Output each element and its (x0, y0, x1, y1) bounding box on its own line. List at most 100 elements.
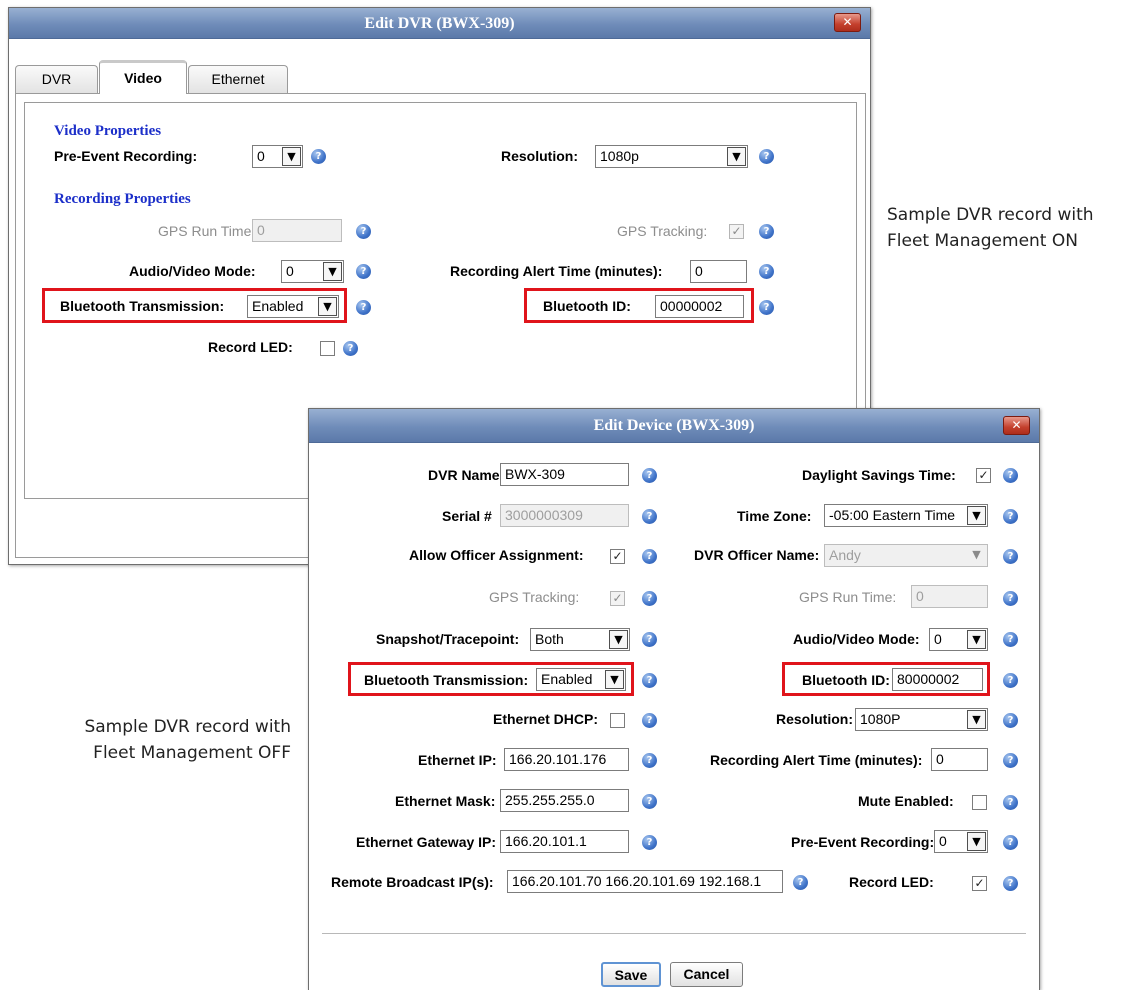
help-icon[interactable]: ? (759, 224, 774, 239)
help-icon[interactable]: ? (356, 224, 371, 239)
dvr-officer-name-label: DVR Officer Name: (694, 547, 820, 563)
bluetooth-transmission-select[interactable]: Enabled ▼ (536, 668, 626, 691)
resolution-select[interactable]: 1080P ▼ (855, 708, 988, 731)
help-icon[interactable]: ? (1003, 673, 1018, 688)
chevron-down-icon: ▼ (727, 147, 746, 166)
help-icon[interactable]: ? (356, 264, 371, 279)
record-led-checkbox[interactable] (320, 341, 335, 356)
gps-run-time-input[interactable]: 0 (252, 219, 342, 242)
help-icon[interactable]: ? (1003, 795, 1018, 810)
caption-line: Fleet Management OFF (93, 743, 291, 763)
chevron-down-icon: ▼ (609, 630, 628, 649)
bluetooth-id-input[interactable]: 00000002 (655, 295, 744, 318)
select-value: 0 (934, 631, 942, 647)
help-icon[interactable]: ? (343, 341, 358, 356)
record-led-checkbox[interactable]: ✓ (972, 876, 987, 891)
recording-alert-time-input[interactable]: 0 (690, 260, 747, 283)
dvr-name-input[interactable]: BWX-309 (500, 463, 629, 486)
help-icon[interactable]: ? (642, 753, 657, 768)
chevron-down-icon: ▼ (282, 147, 301, 166)
time-zone-select[interactable]: -05:00 Eastern Time ▼ (824, 504, 988, 527)
ethernet-dhcp-checkbox[interactable] (610, 713, 625, 728)
help-icon[interactable]: ? (1003, 468, 1018, 483)
audio-video-mode-select[interactable]: 0 ▼ (281, 260, 344, 283)
help-icon[interactable]: ? (759, 264, 774, 279)
help-icon[interactable]: ? (1003, 549, 1018, 564)
select-value: -05:00 Eastern Time (829, 507, 956, 523)
gps-tracking-checkbox[interactable]: ✓ (729, 224, 744, 239)
bluetooth-id-input[interactable]: 80000002 (892, 668, 983, 691)
pre-event-recording-label: Pre-Event Recording: (791, 834, 935, 850)
chevron-down-icon: ▼ (318, 297, 337, 316)
dialog-titlebar: Edit Device (BWX-309) ✕ (309, 409, 1039, 443)
time-zone-label: Time Zone: (737, 508, 812, 524)
help-icon[interactable]: ? (1003, 876, 1018, 891)
help-icon[interactable]: ? (356, 300, 371, 315)
allow-officer-assignment-checkbox[interactable]: ✓ (610, 549, 625, 564)
help-icon[interactable]: ? (642, 835, 657, 850)
tab-dvr[interactable]: DVR (15, 65, 98, 93)
help-icon[interactable]: ? (793, 875, 808, 890)
remote-broadcast-ips-label: Remote Broadcast IP(s): (331, 874, 494, 890)
close-icon[interactable]: ✕ (1003, 416, 1030, 435)
help-icon[interactable]: ? (642, 632, 657, 647)
bluetooth-transmission-label: Bluetooth Transmission: (60, 298, 225, 314)
gps-run-time-input[interactable]: 0 (911, 585, 988, 608)
ethernet-gateway-ip-label: Ethernet Gateway IP: (356, 834, 497, 850)
dialog-titlebar: Edit DVR (BWX-309) ✕ (9, 8, 870, 39)
tab-ethernet[interactable]: Ethernet (188, 65, 288, 93)
help-icon[interactable]: ? (1003, 713, 1018, 728)
resolution-label: Resolution: (776, 711, 853, 727)
pre-event-recording-select[interactable]: 0 ▼ (252, 145, 303, 168)
help-icon[interactable]: ? (759, 300, 774, 315)
help-icon[interactable]: ? (1003, 632, 1018, 647)
help-icon[interactable]: ? (642, 509, 657, 524)
caption-line: Sample DVR record with (887, 205, 1094, 225)
bluetooth-transmission-select[interactable]: Enabled ▼ (247, 295, 339, 318)
recording-properties-heading: Recording Properties (54, 191, 191, 207)
bluetooth-transmission-label: Bluetooth Transmission: (364, 672, 529, 688)
help-icon[interactable]: ? (311, 149, 326, 164)
caption-fleet-on: Sample DVR record with Fleet Management … (887, 202, 1094, 254)
dialog-title: Edit DVR (BWX-309) (364, 15, 515, 32)
recording-alert-time-input[interactable]: 0 (931, 748, 988, 771)
help-icon[interactable]: ? (642, 468, 657, 483)
help-icon[interactable]: ? (642, 673, 657, 688)
snapshot-tracepoint-select[interactable]: Both ▼ (530, 628, 630, 651)
ethernet-mask-input[interactable]: 255.255.255.0 (500, 789, 629, 812)
audio-video-mode-label: Audio/Video Mode: (129, 263, 256, 279)
help-icon[interactable]: ? (642, 549, 657, 564)
select-value: 0 (257, 148, 265, 164)
cancel-button[interactable]: Cancel (670, 962, 743, 987)
gps-tracking-checkbox[interactable]: ✓ (610, 591, 625, 606)
select-value: Both (535, 631, 564, 647)
chevron-down-icon: ▼ (972, 548, 981, 561)
mute-enabled-checkbox[interactable] (972, 795, 987, 810)
help-icon[interactable]: ? (642, 591, 657, 606)
record-led-label: Record LED: (849, 874, 934, 890)
ethernet-gateway-ip-input[interactable]: 166.20.101.1 (500, 830, 629, 853)
select-value: Andy (829, 547, 861, 563)
tab-video[interactable]: Video (99, 60, 187, 94)
daylight-savings-time-checkbox[interactable]: ✓ (976, 468, 991, 483)
resolution-select[interactable]: 1080p ▼ (595, 145, 748, 168)
remote-broadcast-ips-input[interactable]: 166.20.101.70 166.20.101.69 192.168.1 (507, 870, 783, 893)
pre-event-recording-select[interactable]: 0 ▼ (934, 830, 988, 853)
help-icon[interactable]: ? (1003, 835, 1018, 850)
help-icon[interactable]: ? (1003, 591, 1018, 606)
pre-event-recording-label: Pre-Event Recording: (54, 148, 198, 164)
close-icon[interactable]: ✕ (834, 13, 861, 32)
help-icon[interactable]: ? (642, 794, 657, 809)
allow-officer-assignment-label: Allow Officer Assignment: (409, 547, 584, 563)
dvr-officer-name-select[interactable]: Andy ▼ (824, 544, 988, 567)
mute-enabled-label: Mute Enabled: (858, 793, 954, 809)
audio-video-mode-select[interactable]: 0 ▼ (929, 628, 988, 651)
serial-input[interactable]: 3000000309 (500, 504, 629, 527)
help-icon[interactable]: ? (1003, 509, 1018, 524)
help-icon[interactable]: ? (642, 713, 657, 728)
select-value: Enabled (541, 671, 593, 687)
ethernet-ip-input[interactable]: 166.20.101.176 (504, 748, 629, 771)
save-button[interactable]: Save (601, 962, 661, 987)
help-icon[interactable]: ? (759, 149, 774, 164)
help-icon[interactable]: ? (1003, 753, 1018, 768)
